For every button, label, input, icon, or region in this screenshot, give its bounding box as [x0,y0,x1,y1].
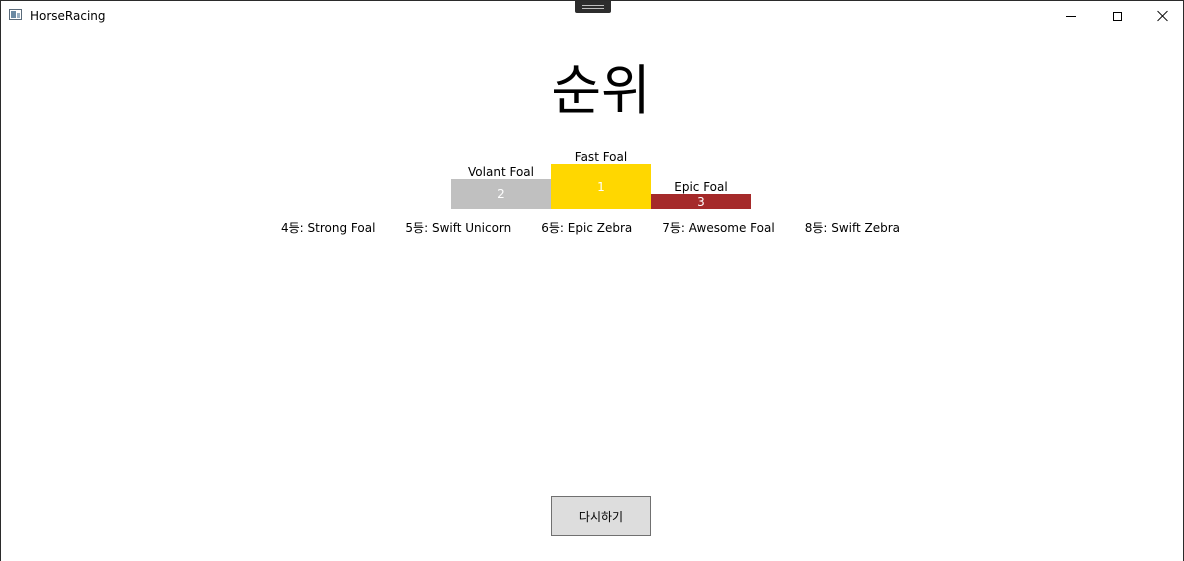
title-bar[interactable]: HorseRacing [1,1,1183,31]
app-icon [9,9,22,20]
drag-handle[interactable] [575,1,611,13]
maximize-icon [1112,11,1122,21]
rank-item: 5등: Swift Unicorn [405,221,512,235]
podium-second-name: Volant Foal [468,165,534,179]
rank-item: 7등: Awesome Foal [662,221,775,235]
maximize-button[interactable] [1094,1,1140,31]
close-icon [1157,10,1169,22]
podium-first-name: Fast Foal [574,150,628,164]
podium-second-block: 2 [451,179,551,209]
retry-button[interactable]: 다시하기 [551,496,651,536]
minimize-icon [1066,15,1076,17]
other-rankings: 4등: Strong Foal 5등: Swift Unicorn 6등: Ep… [281,221,900,236]
app-window: HorseRacing 순위 Volant Foal 2 Fast Foal 1… [0,0,1184,561]
podium-third-block: 3 [651,194,751,209]
rank-item: 6등: Epic Zebra [541,221,633,235]
podium-third-name: Epic Foal [674,180,728,194]
rank-item: 4등: Strong Foal [281,221,376,235]
close-button[interactable] [1140,1,1183,31]
podium-first-block: 1 [551,164,651,209]
rank-item: 8등: Swift Zebra [804,221,901,235]
window-title: HorseRacing [30,9,106,23]
minimize-button[interactable] [1048,1,1094,31]
page-title: 순위 [551,59,651,122]
